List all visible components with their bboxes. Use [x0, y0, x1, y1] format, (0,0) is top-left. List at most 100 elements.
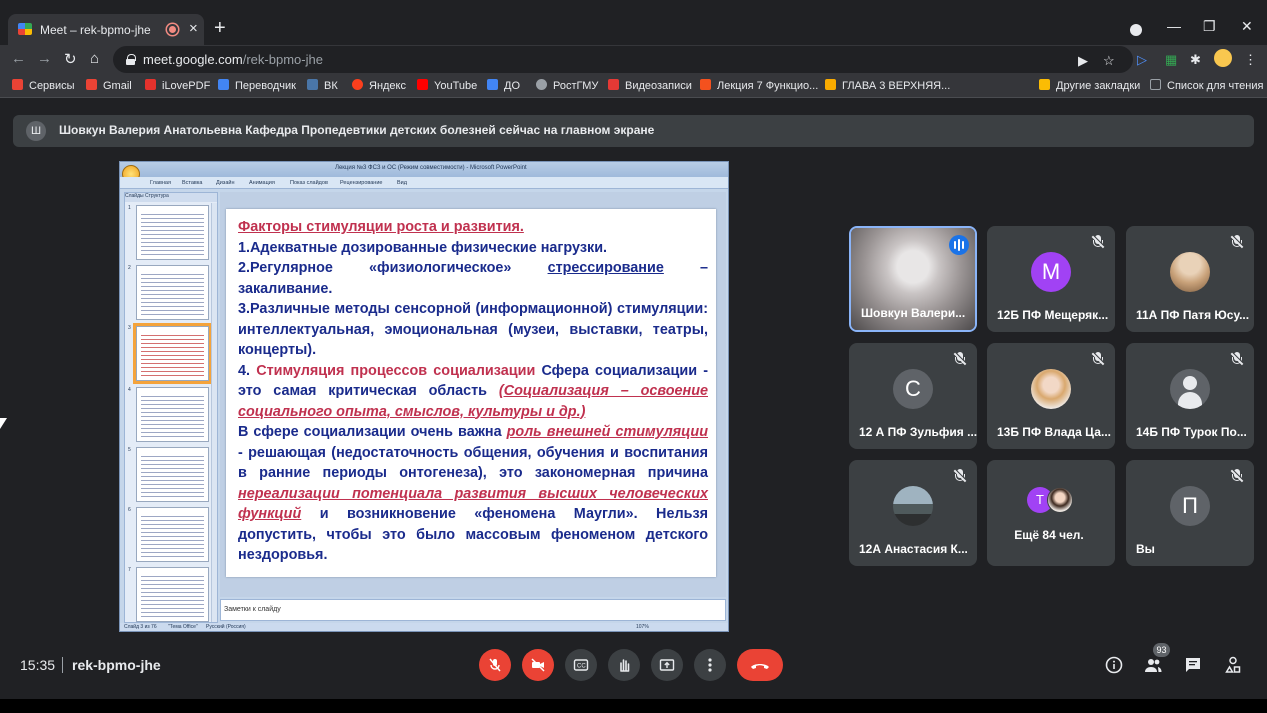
bookmark-item[interactable]: Яндекс: [352, 79, 406, 92]
folder-icon: [1039, 79, 1050, 90]
mic-off-icon: [1230, 352, 1244, 366]
lock-icon[interactable]: [126, 54, 136, 65]
ppt-status-bar: Слайд 3 из 76 "Тема Office" Русский (Рос…: [120, 623, 728, 631]
bookmark-item[interactable]: Gmail: [86, 79, 132, 92]
leave-call-button[interactable]: [737, 649, 783, 681]
raise-hand-button[interactable]: [608, 649, 640, 681]
people-icon[interactable]: [1143, 656, 1163, 676]
slide-thumbnail: [136, 447, 209, 502]
bookmark-item[interactable]: Лекция 7 Функцио...: [700, 79, 818, 92]
profile-dropdown-icon[interactable]: [1130, 24, 1142, 36]
participant-grid: Шовкун Валери... M 12Б ПФ Мещеряк... 11А…: [849, 226, 1254, 569]
mic-toggle-button[interactable]: [479, 649, 511, 681]
minimize-button[interactable]: —: [1167, 18, 1181, 34]
forward-button[interactable]: →: [37, 50, 52, 67]
camera-icon[interactable]: ▶: [1078, 53, 1088, 69]
participant-tile[interactable]: M 12Б ПФ Мещеряк...: [987, 226, 1115, 332]
more-avatars: T: [1027, 487, 1077, 513]
participant-tile[interactable]: 11А ПФ Патя Юсу...: [1126, 226, 1254, 332]
hand-icon: [620, 659, 630, 672]
tab-title: Meet – rek-bpmo-jhe: [40, 23, 151, 37]
more-options-button[interactable]: [694, 649, 726, 681]
participant-tile[interactable]: 12А Анастасия К...: [849, 460, 977, 566]
default-avatar-icon: [1170, 369, 1210, 409]
screen-bottom-edge: [0, 699, 1267, 713]
chat-icon[interactable]: [1183, 656, 1203, 676]
yandex-icon: [352, 79, 363, 90]
thumb-number: 4: [128, 387, 131, 393]
reading-list-icon: [1150, 79, 1161, 90]
participant-tile[interactable]: 13Б ПФ Влада Ца...: [987, 343, 1115, 449]
slide-point-5: В сфере социализации очень важна роль вн…: [238, 424, 708, 563]
browser-toolbar: ← → ↻ ⌂ meet.google.com/rek-bpmo-jhe ▶ ☆…: [0, 45, 1267, 74]
close-window-button[interactable]: ✕: [1241, 18, 1253, 35]
slide-canvas: Факторы стимуляции роста и развития. 1.А…: [220, 192, 726, 597]
bookmark-item[interactable]: iLovePDF: [145, 79, 210, 92]
bookmark-item[interactable]: РостГМУ: [536, 79, 598, 92]
youtube-icon: [417, 79, 428, 90]
ppt-window-title: Лекция №3 ФСЗ и ОС (Режим совместимости)…: [335, 165, 527, 171]
participant-tile[interactable]: 14Б ПФ Турок По...: [1126, 343, 1254, 449]
bookmark-item[interactable]: Сервисы: [12, 79, 75, 92]
mic-off-icon: [953, 352, 967, 366]
participant-tile[interactable]: С 12 А ПФ Зульфия ...: [849, 343, 977, 449]
slides-icon: [700, 79, 711, 90]
bookmark-item[interactable]: Видеозаписи: [608, 79, 692, 92]
bookmark-item[interactable]: ГЛАВА 3 ВЕРХНЯЯ...: [825, 79, 950, 92]
maximize-button[interactable]: ❐: [1203, 18, 1216, 35]
camera-toggle-button[interactable]: [522, 649, 554, 681]
menu-kebab-icon[interactable]: ⋮: [1244, 52, 1257, 68]
rostgmu-icon: [536, 79, 547, 90]
pane-tabs: Слайды Структура: [125, 193, 217, 202]
presenting-text: Шовкун Валерия Анатольевна Кафедра Пропе…: [59, 123, 655, 137]
slide-point-1: 1.Адекватные дозированные физические наг…: [238, 239, 608, 256]
gmail-icon: [86, 79, 97, 90]
bookmark-item[interactable]: ВК: [307, 79, 338, 92]
do-icon: [487, 79, 498, 90]
bookmark-star-icon[interactable]: ☆: [1103, 53, 1115, 69]
reading-list[interactable]: Список для чтения: [1150, 79, 1263, 92]
participant-avatar: M: [1031, 252, 1071, 292]
status-zoom: 107%: [636, 624, 649, 630]
meeting-details-icon[interactable]: [1104, 656, 1124, 676]
meeting-code: rek-bpmo-jhe: [72, 657, 161, 673]
new-tab-button[interactable]: +: [214, 17, 226, 40]
hang-up-icon: [751, 664, 769, 669]
participant-tile[interactable]: Шовкун Валери...: [849, 226, 977, 332]
bookmark-item[interactable]: ДО: [487, 79, 520, 92]
speaking-indicator-icon: [949, 235, 969, 255]
more-participants-tile[interactable]: T Ещё 84 чел.: [987, 460, 1115, 566]
meet-control-bar: 15:35 rek-bpmo-jhe CC 93: [0, 643, 1267, 688]
bookmark-folder[interactable]: Другие закладки: [1039, 79, 1140, 92]
meeting-time: 15:35: [20, 657, 56, 673]
tab-close-icon[interactable]: ×: [189, 20, 198, 37]
divider: [62, 657, 63, 673]
extension-translate-icon[interactable]: ▦: [1165, 52, 1177, 68]
thumb-number: 3: [128, 325, 131, 331]
vk-icon: [307, 79, 318, 90]
participant-avatar: С: [893, 369, 933, 409]
participant-name: Шовкун Валери...: [861, 306, 966, 320]
self-tile[interactable]: П Вы: [1126, 460, 1254, 566]
present-now-button[interactable]: [651, 649, 683, 681]
home-button[interactable]: ⌂: [90, 50, 99, 67]
bookmark-item[interactable]: Переводчик: [218, 79, 296, 92]
svg-text:CC: CC: [577, 664, 586, 670]
bookmark-item[interactable]: YouTube: [417, 79, 477, 92]
presenting-banner: Ш Шовкун Валерия Анатольевна Кафедра Про…: [13, 115, 1254, 147]
activities-icon[interactable]: [1223, 656, 1243, 676]
address-bar[interactable]: meet.google.com/rek-bpmo-jhe ▶ ☆: [113, 46, 1133, 73]
slide-thumbnails-pane: Слайды Структура 1 2 3 4 5 6 7: [124, 192, 218, 623]
reload-button[interactable]: ↻: [64, 50, 77, 68]
thumbnails-scrollbar: [211, 203, 217, 622]
back-button[interactable]: ←: [11, 50, 26, 67]
ppt-title-bar: Лекция №3 ФСЗ и ОС (Режим совместимости)…: [120, 162, 728, 183]
translate-icon: [218, 79, 229, 90]
extension-play-icon[interactable]: ▷: [1137, 52, 1147, 68]
participant-photo: [1047, 487, 1073, 513]
browser-tab[interactable]: Meet – rek-bpmo-jhe ×: [8, 14, 204, 45]
extensions-puzzle-icon[interactable]: ✱: [1190, 52, 1201, 68]
captions-button[interactable]: CC: [565, 649, 597, 681]
profile-avatar-icon[interactable]: [1214, 49, 1232, 67]
status-theme: "Тема Office": [168, 624, 198, 630]
